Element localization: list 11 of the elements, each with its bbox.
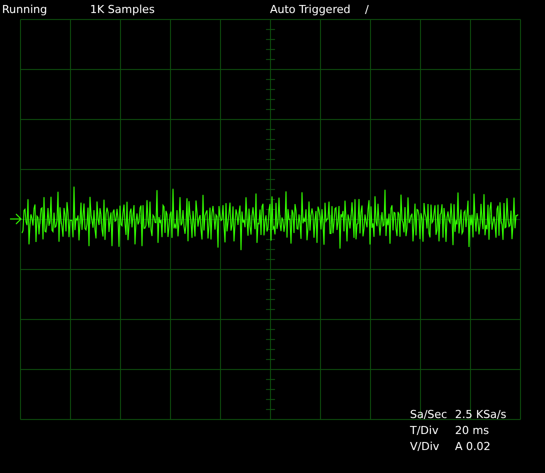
run-state-label: Running <box>2 3 48 16</box>
readout-label: Sa/Sec <box>410 408 448 422</box>
sample-count-label: 1K Samples <box>90 3 156 16</box>
trigger-mode-label: Auto Triggered <box>270 3 352 16</box>
trigger-level-arrow-icon <box>10 213 22 224</box>
readout-value: 20 ms <box>455 424 490 438</box>
trigger-slope-label: / <box>365 3 369 16</box>
readout-label: V/Div <box>410 440 440 454</box>
readout-label: T/Div <box>410 424 440 438</box>
readout-value: A 0.02 <box>455 440 492 454</box>
readout-value: 2.5 KSa/s <box>455 408 508 422</box>
